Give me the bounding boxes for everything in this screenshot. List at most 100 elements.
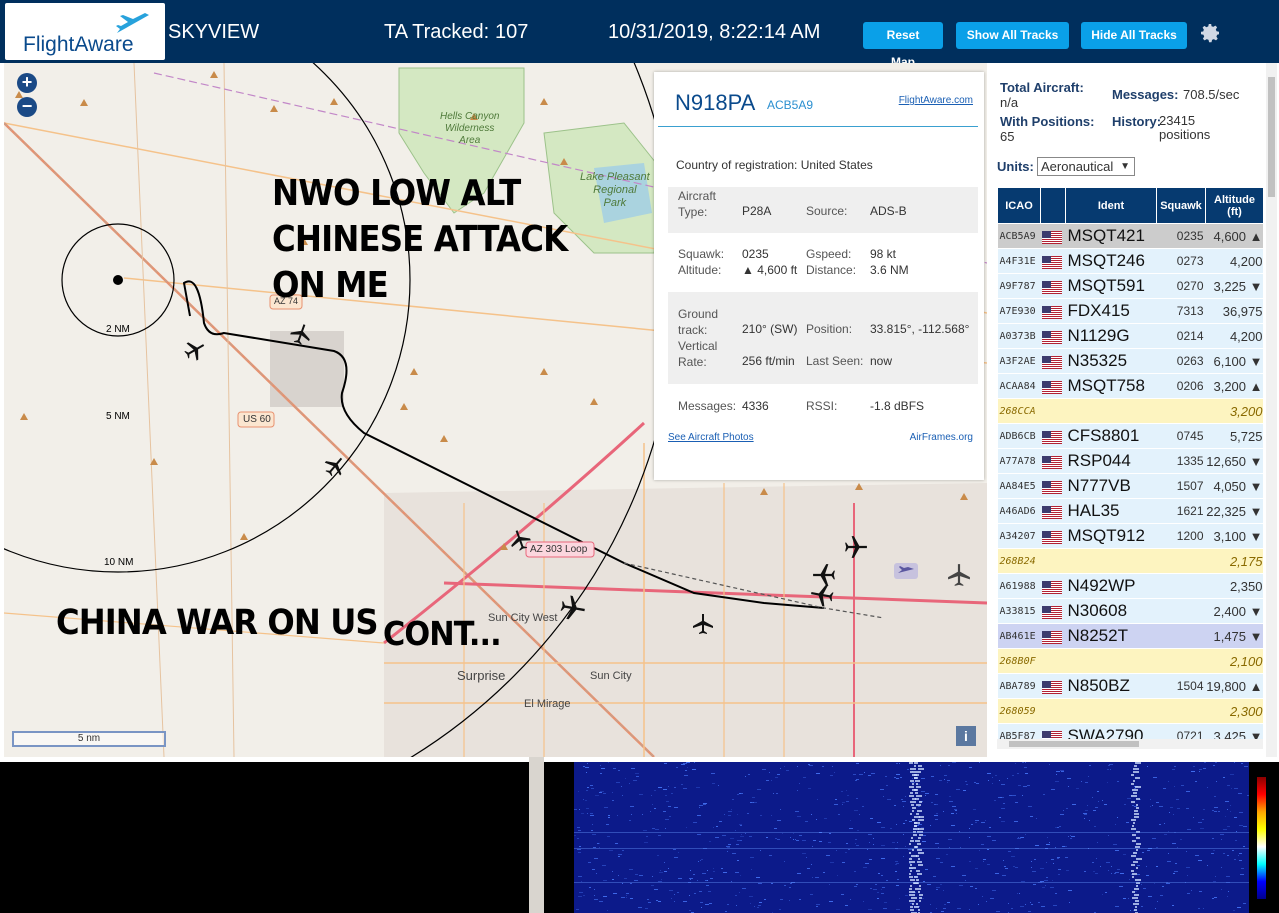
cell-ident: MSQT421 bbox=[1065, 223, 1157, 249]
cell-squawk: 1621 bbox=[1156, 498, 1206, 524]
flightaware-logo[interactable]: FlightAware bbox=[5, 3, 165, 60]
panel-divider[interactable] bbox=[529, 757, 544, 913]
aircraft-table-container[interactable]: ICAO Ident Squawk Altitude (ft) ACB5A9 MS… bbox=[997, 187, 1263, 739]
table-row[interactable]: ACB5A9 MSQT421 0235 4,600 ▲ bbox=[997, 223, 1263, 249]
flag-cell bbox=[1040, 448, 1066, 474]
aircraft-icon[interactable] bbox=[558, 593, 588, 623]
spectrum-waterfall bbox=[574, 762, 1249, 913]
zoom-in-icon[interactable]: + bbox=[17, 73, 37, 93]
zoom-out-icon[interactable]: − bbox=[17, 97, 37, 117]
info-icon[interactable]: i bbox=[956, 726, 976, 746]
cell-ident: N35325 bbox=[1065, 348, 1157, 374]
us-flag-icon bbox=[1041, 580, 1062, 594]
cell-icao: A9F787 bbox=[997, 273, 1041, 299]
with-positions-value: 65 bbox=[1000, 129, 1015, 144]
table-row[interactable]: AB461E N8252T 1,475 ▼ bbox=[997, 623, 1263, 649]
table-row[interactable]: A34207 MSQT912 1200 3,100 ▼ bbox=[997, 523, 1263, 549]
aircraft-icon[interactable] bbox=[947, 563, 971, 587]
table-row[interactable]: A9F787 MSQT591 0270 3,225 ▼ bbox=[997, 273, 1263, 299]
us-flag-icon bbox=[1041, 480, 1062, 494]
us-flag-icon bbox=[1041, 330, 1062, 344]
table-row[interactable]: 268059 2,300 bbox=[997, 698, 1263, 724]
cell-ident: N1129G bbox=[1065, 323, 1157, 349]
us-flag-icon bbox=[1041, 430, 1062, 444]
altitude-label: Altitude: bbox=[678, 263, 722, 277]
aircraft-icon[interactable] bbox=[844, 535, 868, 559]
table-row[interactable]: AA84E5 N777VB 1507 4,050 ▼ bbox=[997, 473, 1263, 499]
overlay-line-2: CHINESE ATTACK bbox=[272, 219, 568, 260]
column-header-ident[interactable]: Ident bbox=[1065, 187, 1157, 224]
cell-icao: A0373B bbox=[997, 323, 1041, 349]
table-row[interactable]: A7E930 FDX415 7313 36,975 bbox=[997, 298, 1263, 324]
aircraft-photos-link[interactable]: See Aircraft Photos bbox=[668, 432, 754, 443]
cell-squawk: 1335 bbox=[1156, 448, 1206, 474]
table-row[interactable]: ABA789 N850BZ 1504 19,800 ▲ bbox=[997, 673, 1263, 699]
flag-cell bbox=[1040, 673, 1066, 699]
cell-icao: AB5F87 bbox=[997, 723, 1041, 739]
cell-icao: AA84E5 bbox=[997, 473, 1041, 499]
vertical-rate-label: Vertical Rate: bbox=[678, 339, 718, 369]
table-row[interactable]: ACAA84 MSQT758 0206 3,200 ▲ bbox=[997, 373, 1263, 399]
cell-icao: 268059 bbox=[997, 698, 1041, 724]
distance-label: Distance: bbox=[806, 263, 857, 277]
history-value: 23415 positions bbox=[1159, 113, 1211, 142]
cell-squawk: 0721 bbox=[1156, 723, 1206, 739]
table-row[interactable]: A61988 N492WP 2,350 bbox=[997, 573, 1263, 599]
table-row[interactable]: A4F31E MSQT246 0273 4,200 bbox=[997, 248, 1263, 274]
table-row[interactable]: A77A78 RSP044 1335 12,650 ▼ bbox=[997, 448, 1263, 474]
cell-icao: ACB5A9 bbox=[997, 223, 1041, 249]
detail-block-squawk: Squawk: 0235 Gspeed: 98 kt Altitude: ▲ 4… bbox=[668, 244, 978, 284]
table-row[interactable]: 268B24 2,175 bbox=[997, 548, 1263, 574]
horizontal-scrollbar[interactable] bbox=[997, 739, 1263, 749]
rssi-value: -1.8 dBFS bbox=[870, 399, 925, 413]
bottom-left-panel bbox=[0, 762, 529, 913]
column-header-flag[interactable] bbox=[1040, 187, 1066, 224]
horizontal-scrollbar-thumb[interactable] bbox=[1009, 741, 1139, 747]
units-select[interactable]: Aeronautical ▼ bbox=[1037, 157, 1135, 176]
cell-icao: A4F31E bbox=[997, 248, 1041, 274]
cell-ident: RSP044 bbox=[1065, 448, 1157, 474]
airframes-link[interactable]: AirFrames.org bbox=[910, 432, 973, 443]
country-label: Country of registration: bbox=[676, 158, 798, 172]
cell-squawk: 1200 bbox=[1156, 523, 1206, 549]
table-row[interactable]: 268B0F 2,100 bbox=[997, 648, 1263, 674]
table-row[interactable]: A33815 N30608 2,400 ▼ bbox=[997, 598, 1263, 624]
aircraft-icon[interactable] bbox=[692, 613, 714, 635]
column-header-squawk[interactable]: Squawk bbox=[1156, 187, 1206, 224]
us-flag-icon bbox=[1041, 730, 1062, 739]
us-flag-icon bbox=[1041, 305, 1062, 319]
table-row[interactable]: A0373B N1129G 0214 4,200 bbox=[997, 323, 1263, 349]
cell-altitude: 4,600 ▲ bbox=[1205, 223, 1263, 249]
flag-cell bbox=[1040, 248, 1066, 274]
table-row[interactable]: ADB6CB CFS8801 0745 5,725 bbox=[997, 423, 1263, 449]
us-flag-icon bbox=[1041, 680, 1062, 694]
cell-altitude: 3,200 ▲ bbox=[1205, 373, 1263, 399]
cell-altitude: 3,200 bbox=[1205, 398, 1263, 424]
vertical-scrollbar[interactable] bbox=[1266, 63, 1277, 757]
table-row[interactable]: A3F2AE N35325 0263 6,100 ▼ bbox=[997, 348, 1263, 374]
aircraft-icon[interactable] bbox=[808, 581, 836, 609]
gear-icon[interactable] bbox=[1198, 21, 1222, 45]
datetime: 10/31/2019, 8:22:14 AM bbox=[608, 21, 821, 43]
flag-cell bbox=[1040, 273, 1066, 299]
range-ring-5nm-label: 5 NM bbox=[106, 411, 130, 422]
history-label: History: bbox=[1112, 114, 1162, 129]
show-all-tracks-button[interactable]: Show All Tracks bbox=[956, 22, 1069, 49]
column-header-altitude[interactable]: Altitude (ft) bbox=[1205, 187, 1263, 224]
hide-all-tracks-button[interactable]: Hide All Tracks bbox=[1081, 22, 1187, 49]
us-flag-icon bbox=[1041, 505, 1062, 519]
flightaware-link[interactable]: FlightAware.com bbox=[899, 95, 973, 106]
reset-map-button[interactable]: Reset Map bbox=[863, 22, 943, 69]
squawk-label: Squawk: bbox=[678, 247, 725, 261]
table-row[interactable]: AB5F87 SWA2790 0721 3,425 ▼ bbox=[997, 723, 1263, 739]
dropdown-arrow-icon: ▼ bbox=[1120, 161, 1130, 172]
cell-ident bbox=[1065, 698, 1157, 724]
scale-bar: 5 nm bbox=[12, 731, 166, 747]
table-row[interactable]: 268CCA 3,200 bbox=[997, 398, 1263, 424]
vertical-scrollbar-thumb[interactable] bbox=[1268, 77, 1275, 197]
table-row[interactable]: A46AD6 HAL35 1621 22,325 ▼ bbox=[997, 498, 1263, 524]
cell-altitude: 3,100 ▼ bbox=[1205, 523, 1263, 549]
column-header-icao[interactable]: ICAO bbox=[997, 187, 1041, 224]
detail-block-type: Aircraft Type: P28A Source: ADS-B bbox=[668, 187, 978, 233]
detail-block-messages: Messages: 4336 RSSI: -1.8 dBFS bbox=[668, 398, 978, 420]
